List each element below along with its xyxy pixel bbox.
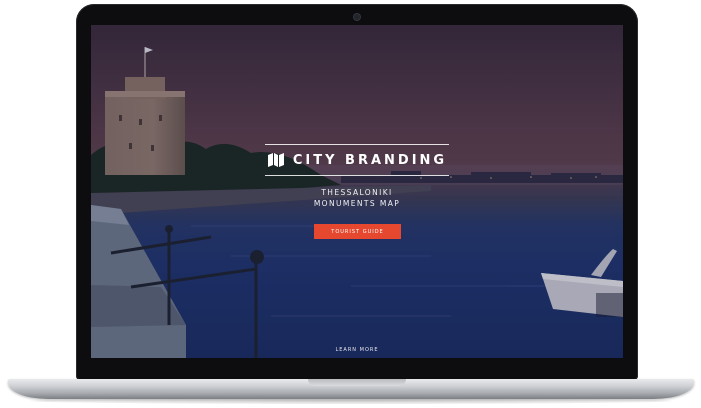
laptop-mockup: CITY BRANDING THESSALONIKI MONUMENTS MAP… (0, 0, 701, 408)
laptop-lid-notch (308, 379, 406, 386)
laptop-screen: CITY BRANDING THESSALONIKI MONUMENTS MAP… (91, 25, 623, 358)
learn-more-link[interactable]: LEARN MORE (307, 347, 407, 353)
tourist-guide-button[interactable]: TOURIST GUIDE (314, 224, 401, 239)
brand-title: CITY BRANDING (292, 152, 448, 168)
subtitle-line-city: THESSALONIKI (321, 188, 393, 197)
subtitle-line-map: MONUMENTS MAP (313, 199, 401, 208)
brand-logo: CITY BRANDING (265, 144, 449, 176)
webcam (354, 14, 360, 20)
folded-map-icon (267, 153, 284, 167)
hero-subtitle: THESSALONIKI MONUMENTS MAP (257, 187, 457, 209)
